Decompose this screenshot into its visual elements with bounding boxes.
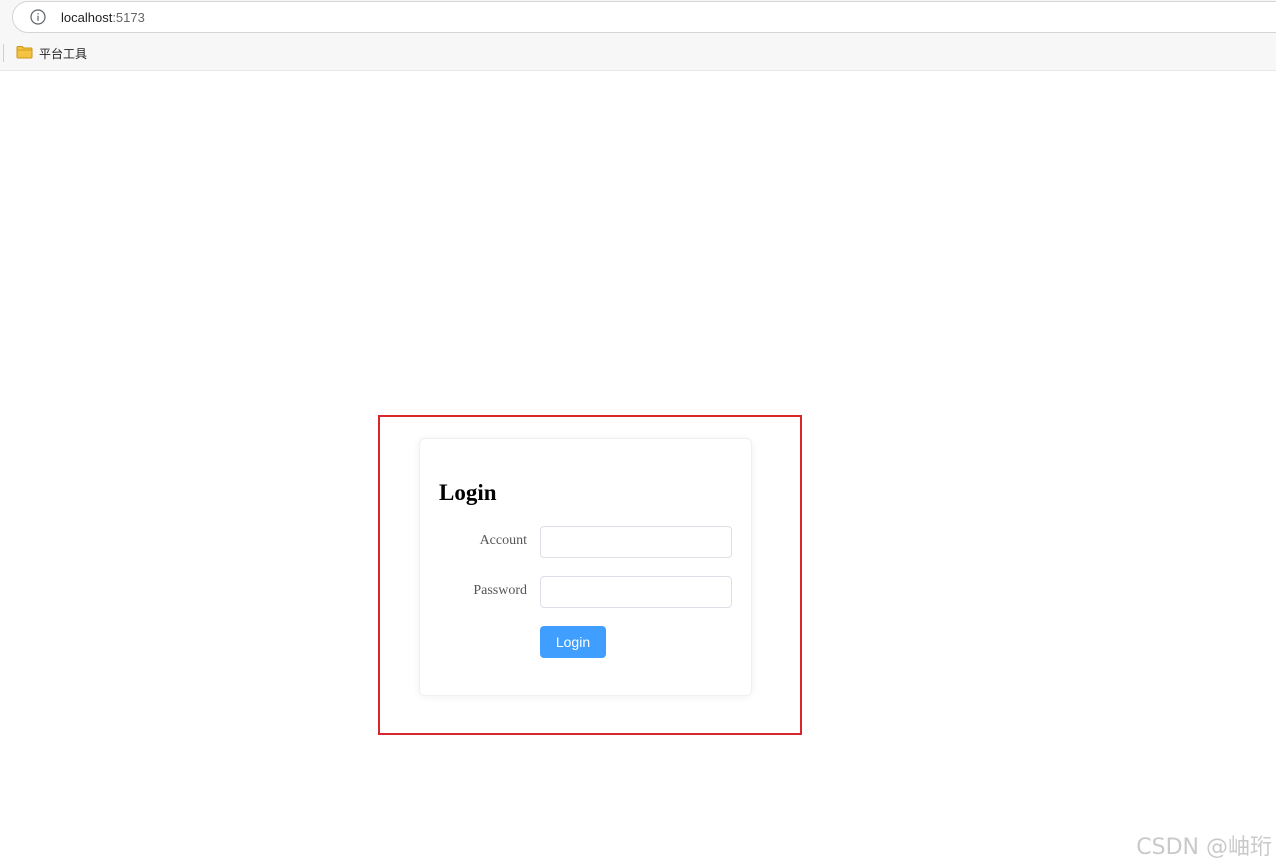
bookmarks-divider <box>3 44 4 62</box>
browser-chrome: localhost:5173 平台工具 <box>0 0 1276 71</box>
bookmark-folder[interactable]: 平台工具 <box>16 44 87 62</box>
account-input[interactable] <box>540 526 732 558</box>
password-label: Password <box>473 583 527 598</box>
folder-icon <box>16 45 33 62</box>
bookmarks-bar: 平台工具 <box>0 36 1276 70</box>
password-input[interactable] <box>540 576 732 608</box>
url-port: :5173 <box>112 10 145 25</box>
watermark-text: CSDN @岫珩 <box>1136 835 1272 860</box>
address-bar[interactable]: localhost:5173 <box>12 1 1276 33</box>
bookmark-label: 平台工具 <box>39 46 88 61</box>
login-title: Login <box>439 480 497 505</box>
account-label: Account <box>479 533 527 548</box>
info-icon[interactable] <box>30 9 46 25</box>
url-host: localhost <box>61 10 113 25</box>
login-card: Login Account Password Login <box>419 438 752 696</box>
login-button[interactable]: Login <box>540 626 606 658</box>
page-content: Login Account Password Login CSDN @岫珩 <box>0 71 1276 867</box>
url-text[interactable]: localhost:5173 <box>61 10 145 25</box>
